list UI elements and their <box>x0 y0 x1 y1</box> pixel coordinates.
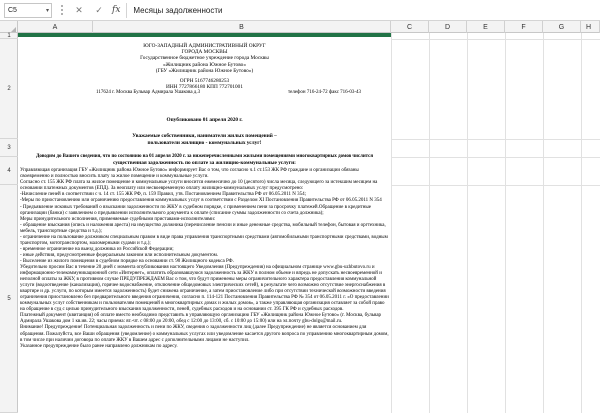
formula-input[interactable]: Месяцы задолженности <box>126 2 600 18</box>
confirm-icon[interactable]: ✓ <box>92 3 106 17</box>
column-header-f[interactable]: F <box>505 21 543 33</box>
doc-para-13: Платежный документ (квитанция) об оплате… <box>20 313 382 325</box>
row-header-2[interactable]: 2 <box>0 39 18 139</box>
doc-para-1: Управляющая организация ГБУ «Жилищник ра… <box>20 168 359 180</box>
select-all-button[interactable] <box>0 21 18 33</box>
name-box[interactable]: C5 ▾ <box>4 2 52 18</box>
function-icon[interactable]: fx <box>112 5 120 15</box>
cell-grid[interactable]: СПИСОК ДОЛЖНИКОВ ЮГО-ЗАПАДНЫЙ АДМИНИСТРА… <box>18 33 600 413</box>
doc-para-4: -Меры по приостановлению или ограничению… <box>20 198 382 204</box>
doc-published: Опубликовано 01 апреля 2020 г. <box>166 117 243 124</box>
doc-phone: телефон 716-24-72 факс 716-03-43 <box>288 90 361 96</box>
doc-para-12: Убедительно просим Вас в течение 20 дней… <box>20 264 389 313</box>
drag-handle-icon[interactable] <box>58 4 66 16</box>
doc-para-5: - Предъявление исковых требований о взыс… <box>20 204 371 216</box>
doc-para-14: Внимание! Предупреждение! Потенциальная … <box>20 325 389 343</box>
merged-cell-document[interactable]: СПИСОК ДОЛЖНИКОВ ЮГО-ЗАПАДНЫЙ АДМИНИСТРА… <box>18 33 391 413</box>
column-header-c[interactable]: C <box>391 21 429 33</box>
column-header-a[interactable]: A <box>18 21 93 33</box>
name-box-value: C5 <box>8 6 17 14</box>
doc-para-7: - обращение взыскания (опись и наложения… <box>20 222 386 234</box>
column-header-d[interactable]: D <box>429 21 467 33</box>
chevron-down-icon[interactable]: ▾ <box>46 7 49 14</box>
doc-para-2: Согласно ст. 155 ЖК РФ плата за жилое по… <box>20 180 378 192</box>
cancel-icon[interactable]: ✕ <box>72 3 86 17</box>
column-header-b[interactable]: B <box>93 21 391 33</box>
column-header-e[interactable]: E <box>467 21 505 33</box>
formula-bar: C5 ▾ ✕ ✓ fx Месяцы задолженности <box>0 0 600 21</box>
row-header-4[interactable]: 4 <box>0 157 18 185</box>
column-header-g[interactable]: G <box>543 21 581 33</box>
row-header-5[interactable]: 5 <box>0 185 18 413</box>
selected-cell-outline <box>18 33 391 37</box>
doc-para-8: - ограничение на пользование должником с… <box>20 234 388 246</box>
doc-para-15: Указанное предупреждение было ранее напр… <box>20 343 178 349</box>
row-header: 1 2 3 4 5 <box>0 33 18 413</box>
doc-address: 117624 г. Москва Бульвар Адмирала Ушаков… <box>96 90 201 96</box>
column-header: A B C D E F G H <box>0 21 600 33</box>
column-header-h[interactable]: H <box>581 21 600 33</box>
row-header-3[interactable]: 3 <box>0 139 18 157</box>
